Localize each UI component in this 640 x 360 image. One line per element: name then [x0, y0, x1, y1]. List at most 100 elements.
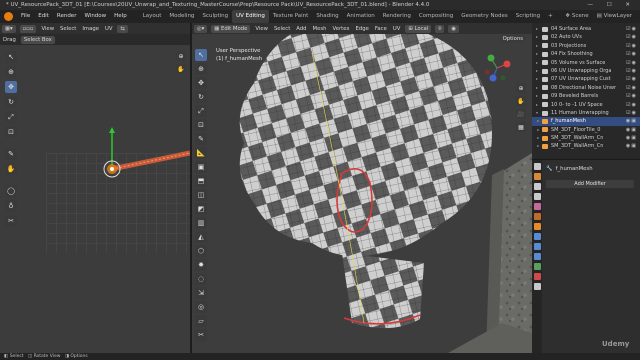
viewport-menu-vertex[interactable]: Vertex — [330, 26, 353, 32]
outliner-row[interactable]: ▸ SM_3DT_WallArm_Cn ◉▣ — [532, 134, 640, 142]
uv-tweak-tool-icon[interactable]: ↖ — [5, 51, 17, 63]
outliner-row[interactable]: ▸ 10 0- to -1 UV Space ☑◉ — [532, 101, 640, 109]
window-controls[interactable]: — ☐ ✕ — [587, 0, 636, 10]
view-layer-tab-icon[interactable] — [533, 193, 541, 200]
uv-editor-type-button[interactable]: ▦▾ — [2, 24, 16, 33]
uv-menu-image[interactable]: Image — [79, 26, 102, 32]
visibility-icons[interactable]: ☑◉ — [626, 33, 640, 41]
menu-render[interactable]: Render — [53, 10, 81, 23]
viewlayer-selector[interactable]: ▤ ViewLayer — [593, 10, 636, 23]
uv-menu-view[interactable]: View — [38, 26, 57, 32]
outliner-row[interactable]: ▸ 07 UV Unwrapping Cust ☑◉ — [532, 75, 640, 83]
uv-rip-tool-icon[interactable]: ✂ — [5, 215, 17, 227]
visibility-icons[interactable]: ◉▣ — [626, 142, 640, 150]
render-tab-icon[interactable] — [533, 173, 541, 180]
vp-smooth-tool-icon[interactable]: ◌ — [195, 273, 207, 285]
outliner-row-selected[interactable]: ▸ f_humanMesh ◉▣ — [532, 117, 640, 126]
uv-cursor-tool-icon[interactable]: ⊕ — [5, 66, 17, 78]
snap-icon[interactable]: ⌾ — [435, 24, 445, 33]
uv-move-tool-icon[interactable]: ✥ — [5, 81, 17, 93]
vp-loopcut-tool-icon[interactable]: ▥ — [195, 217, 207, 229]
visibility-icons[interactable]: ◉▣ — [626, 126, 640, 134]
workspace-tab-shading[interactable]: Shading — [312, 10, 342, 23]
vp-shrink-tool-icon[interactable]: ◎ — [195, 301, 207, 313]
workspace-tab-texture-paint[interactable]: Texture Paint — [269, 10, 313, 23]
outliner-row[interactable]: ▸ 08 Directional Noise Unwr ☑◉ — [532, 84, 640, 92]
vp-camera-icon[interactable]: 🎥 — [516, 109, 526, 119]
vp-tweak-tool-icon[interactable]: ↖ — [195, 49, 207, 61]
scene-selector[interactable]: ❖ Scene — [561, 10, 592, 23]
visibility-icons[interactable]: ◉▣ — [626, 117, 640, 125]
vp-rip-tool-icon[interactable]: ✂ — [195, 329, 207, 341]
viewport-editor-type-button[interactable]: ◎▾ — [194, 24, 208, 33]
menu-window[interactable]: Window — [80, 10, 110, 23]
visibility-icons[interactable]: ☑◉ — [626, 25, 640, 33]
visibility-icons[interactable]: ☑◉ — [626, 101, 640, 109]
uv-grab-tool-icon[interactable]: ✋ — [5, 163, 17, 175]
vp-spin-tool-icon[interactable]: ✸ — [195, 259, 207, 271]
vp-measure-tool-icon[interactable]: 📐 — [195, 147, 207, 159]
vp-add-cube-tool-icon[interactable]: ▣ — [195, 161, 207, 173]
uv-rotate-tool-icon[interactable]: ↻ — [5, 96, 17, 108]
outliner-row[interactable]: ▾ 11 Human Unwrapping ☑◉ — [532, 109, 640, 117]
uv-pan-icon[interactable]: ✋ — [176, 64, 186, 74]
vp-edge-slide-tool-icon[interactable]: ⇲ — [195, 287, 207, 299]
menu-help[interactable]: Help — [110, 10, 131, 23]
scene-tab-icon[interactable] — [533, 203, 541, 210]
physics-tab-icon[interactable] — [533, 253, 541, 260]
navigation-gizmo[interactable] — [484, 54, 511, 82]
uv-relax-tool-icon[interactable]: ♁ — [5, 200, 17, 212]
outliner-row[interactable]: ▸ 03 Projections ☑◉ — [532, 42, 640, 50]
viewport-menu-select[interactable]: Select — [271, 26, 293, 32]
workspace-tab-modeling[interactable]: Modeling — [165, 10, 198, 23]
visibility-icons[interactable]: ☑◉ — [626, 59, 640, 67]
workspace-tab-geometry-nodes[interactable]: Geometry Nodes — [457, 10, 511, 23]
viewport-menu-mesh[interactable]: Mesh — [310, 26, 330, 32]
modifiers-tab-icon[interactable] — [533, 233, 541, 240]
workspace-tab-sculpting[interactable]: Sculpting — [198, 10, 232, 23]
outliner-row[interactable]: ▸ 04 Fix Shoothing ☑◉ — [532, 50, 640, 58]
viewport-menu-view[interactable]: View — [252, 26, 271, 32]
particles-tab-icon[interactable] — [533, 243, 541, 250]
viewport-menu-uv[interactable]: UV — [390, 26, 404, 32]
workspace-add-icon[interactable]: + — [544, 10, 557, 23]
transform-orientation-dropdown[interactable]: ⊞ Local — [405, 24, 432, 33]
texture-tab-icon[interactable] — [533, 283, 541, 290]
visibility-icons[interactable]: ☑◉ — [626, 84, 640, 92]
data-tab-icon[interactable] — [533, 263, 541, 270]
workspace-tab-compositing[interactable]: Compositing — [415, 10, 457, 23]
uv-annotate-tool-icon[interactable]: ✎ — [5, 148, 17, 160]
workspace-tab-scripting[interactable]: Scripting — [512, 10, 544, 23]
vp-move-tool-icon[interactable]: ✥ — [195, 77, 207, 89]
vp-annotate-tool-icon[interactable]: ✎ — [195, 133, 207, 145]
tool-tab-icon[interactable] — [533, 163, 541, 170]
vp-rotate-tool-icon[interactable]: ↻ — [195, 91, 207, 103]
visibility-icons[interactable]: ☑◉ — [626, 75, 640, 83]
workspace-tab-rendering[interactable]: Rendering — [379, 10, 415, 23]
uv-transform-tool-icon[interactable]: ⊡ — [5, 126, 17, 138]
vp-transform-tool-icon[interactable]: ⊡ — [195, 119, 207, 131]
workspace-tab-animation[interactable]: Animation — [343, 10, 379, 23]
object-tab-icon[interactable] — [533, 223, 541, 230]
outliner-row[interactable]: ▸ 05 Volume vs Surface ☑◉ — [532, 59, 640, 67]
material-tab-icon[interactable] — [533, 273, 541, 280]
vp-shear-tool-icon[interactable]: ▱ — [195, 315, 207, 327]
uv-pinch-tool-icon[interactable]: ◯ — [5, 185, 17, 197]
visibility-icons[interactable]: ☑◉ — [626, 42, 640, 50]
uv-select-mode-icons[interactable]: ▫▫▫ — [19, 24, 37, 33]
vp-inset-tool-icon[interactable]: ◫ — [195, 189, 207, 201]
vp-zoom-icon[interactable]: ⊕ — [516, 83, 526, 93]
menu-file[interactable]: File — [17, 10, 34, 23]
uv-zoom-icon[interactable]: ⊕ — [176, 51, 186, 61]
vp-extrude-tool-icon[interactable]: ⬒ — [195, 175, 207, 187]
viewport-options-button[interactable]: Options — [499, 35, 526, 43]
vp-pan-icon[interactable]: ✋ — [516, 96, 526, 106]
viewport-menu-face[interactable]: Face — [372, 26, 390, 32]
outliner-row[interactable]: ▸ 06 UV Unwrapping Orga ☑◉ — [532, 67, 640, 75]
outliner-row[interactable]: ▸ 02 Auto UVs ☑◉ — [532, 33, 640, 41]
uv-select-box-dropdown[interactable]: Select Box — [20, 35, 55, 44]
world-tab-icon[interactable] — [533, 213, 541, 220]
viewport-mode-dropdown[interactable]: ▦ Edit Mode — [211, 24, 251, 33]
uv-pin-icon[interactable]: ⇆ — [117, 24, 128, 33]
output-tab-icon[interactable] — [533, 183, 541, 190]
